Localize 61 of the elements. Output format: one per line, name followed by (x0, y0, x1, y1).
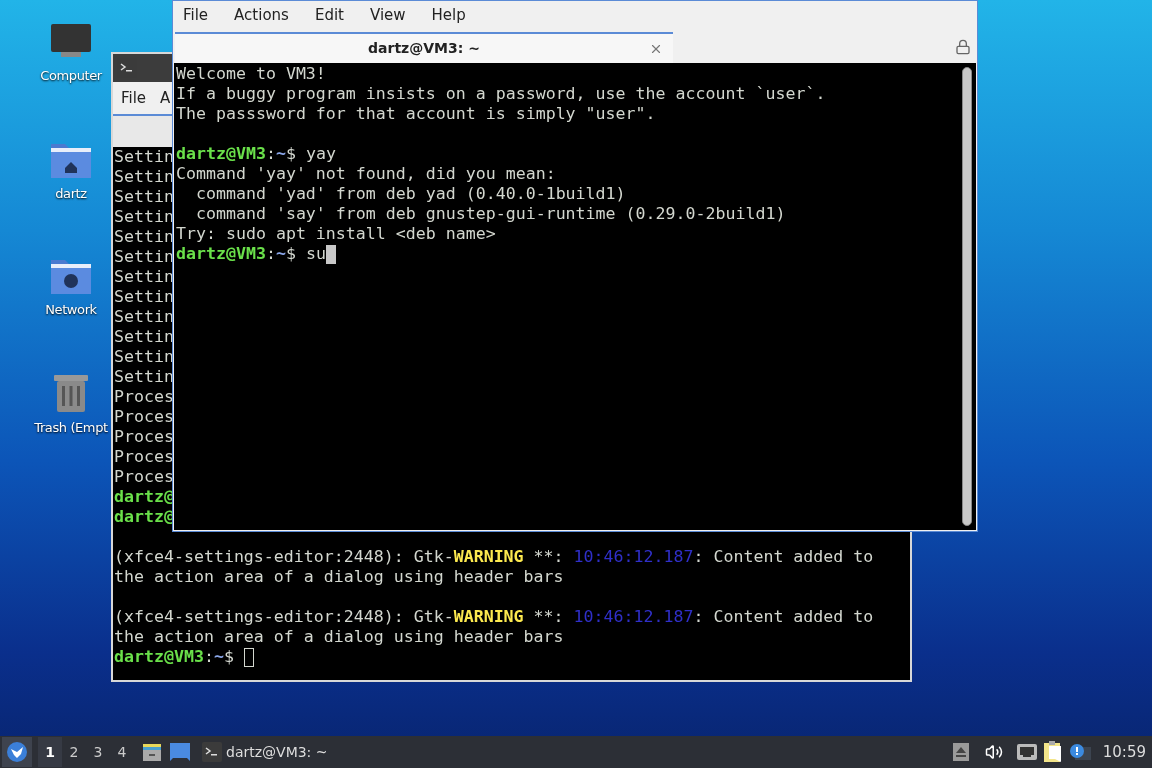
terminal-line: Settin (114, 267, 174, 287)
workspace-button[interactable]: 4 (110, 737, 134, 767)
terminal-line: Proces (114, 387, 174, 407)
terminal-line: Settin (114, 287, 174, 307)
menu-item[interactable]: A (160, 86, 171, 110)
desktop-icon-label[interactable]: Network (45, 300, 97, 320)
terminal-line: Command 'yay' not found, did you mean: (176, 164, 556, 184)
network-icon[interactable] (1016, 744, 1037, 760)
terminal-line: Proces (114, 467, 174, 487)
workspace-button[interactable]: 3 (86, 737, 110, 767)
eject-icon[interactable] (952, 743, 969, 761)
task-button[interactable]: dartz@VM3: ~ (200, 737, 330, 767)
terminal-line: (xfce4-settings-editor:2448): Gtk-WARNING **: 10:46:12.187: Content added to (114, 547, 874, 567)
terminal-line: the action area of a dialog using header bars (114, 627, 564, 647)
menu-item[interactable]: File (121, 86, 147, 110)
lock-icon[interactable] (955, 39, 971, 55)
terminal-line: Settin (114, 347, 174, 367)
terminal-line: dartz@VM3:~$ (114, 647, 235, 667)
terminal-line: dartz@VM3:~$ su (176, 244, 326, 264)
terminal-line: Settin (114, 147, 174, 167)
terminal-line: Settin (114, 307, 174, 327)
terminal-line: Settin (114, 247, 174, 267)
notes-icon[interactable] (1042, 741, 1063, 763)
bird-icon[interactable] (6, 741, 28, 763)
terminal-line: Settin (114, 167, 174, 187)
desktop-icon-label[interactable]: Trash (Empt (34, 418, 108, 438)
terminal-line: If a buggy program insists on a password, use the account `user`. (176, 84, 826, 104)
terminal-line: command 'yad' from deb yad (0.40.0-1build1) (194, 184, 626, 204)
terminal-line: Proces (114, 447, 174, 467)
menu-item[interactable]: Actions (234, 4, 289, 27)
terminal-line: Welcome to VM3! (176, 64, 326, 84)
terminal-line: the action area of a dialog using header bars (114, 567, 564, 587)
notification-icon[interactable] (1068, 743, 1091, 761)
file-cabinet-icon[interactable] (142, 742, 162, 762)
terminal-line: Try: sudo apt install <deb name> (176, 224, 496, 244)
trash-icon[interactable] (51, 372, 91, 414)
desktop-icon-label[interactable]: dartz (55, 184, 87, 204)
terminal-line: dartz@ (114, 487, 174, 507)
workspace-button[interactable]: 1 (38, 737, 62, 767)
terminal-line: Settin (114, 367, 174, 387)
terminal-line: Settin (114, 187, 174, 207)
workspace-button[interactable]: 2 (62, 737, 86, 767)
terminal-line: dartz@ (114, 507, 174, 527)
terminal-line: The passsword for that account is simply "user". (176, 104, 656, 124)
terminal-icon (202, 742, 222, 762)
terminal-line: dartz@VM3:~$ yay (176, 144, 336, 164)
clock[interactable]: 10:59 (1102, 740, 1146, 764)
menu-item[interactable]: View (369, 4, 406, 27)
terminal-line: (xfce4-settings-editor:2448): Gtk-WARNING **: 10:46:12.187: Content added to (114, 607, 874, 627)
menu-item[interactable]: Help (431, 4, 466, 27)
menu-item[interactable]: File (183, 4, 209, 27)
terminal-line: Proces (114, 427, 174, 447)
volume-icon[interactable] (984, 743, 1003, 761)
terminal-line: Settin (114, 207, 174, 227)
terminal-line: Proces (114, 407, 174, 427)
terminal-line: Settin (114, 227, 174, 247)
menu-item[interactable]: Edit (314, 4, 344, 27)
terminal-line: Settin (114, 327, 174, 347)
window-icon[interactable] (170, 743, 190, 761)
terminal-line: command 'say' from deb gnustep-gui-runtime (0.29.0-2build1) (194, 204, 786, 224)
tab[interactable]: dartz@VM3: ~ (175, 32, 673, 63)
